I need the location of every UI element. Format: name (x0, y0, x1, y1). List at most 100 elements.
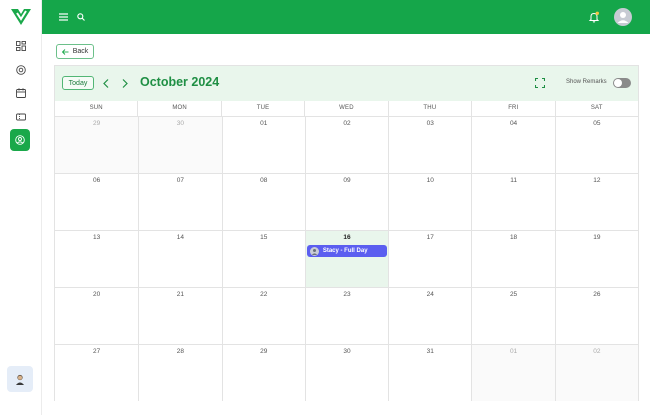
day-number: 31 (426, 348, 434, 355)
prev-month-button[interactable] (100, 76, 112, 90)
day-number: 10 (426, 177, 434, 184)
day-cell[interactable]: 30 (138, 116, 222, 173)
day-cell[interactable]: 25 (471, 287, 555, 344)
fullscreen-icon[interactable] (535, 78, 545, 88)
month-title: October 2024 (140, 75, 220, 89)
day-cell[interactable]: 04 (471, 116, 555, 173)
day-cell[interactable]: 24 (388, 287, 472, 344)
day-number: 09 (343, 177, 351, 184)
target-icon (15, 64, 26, 75)
day-cell[interactable]: 13 (55, 230, 139, 287)
day-number: 01 (509, 348, 518, 355)
day-number: 28 (176, 348, 185, 355)
sidebar-item-ticket[interactable] (11, 107, 30, 126)
day-cell[interactable]: 28 (138, 344, 222, 401)
avatar-icon (614, 8, 632, 26)
day-number: 13 (93, 234, 101, 241)
day-cell[interactable]: 17 (388, 230, 472, 287)
top-bar (42, 0, 650, 34)
day-cell[interactable]: 15 (221, 230, 305, 287)
menu-button[interactable] (58, 12, 68, 22)
day-cell[interactable]: 27 (55, 344, 139, 401)
day-number: 03 (426, 120, 434, 127)
day-number: 12 (593, 177, 601, 184)
sidebar-item-target[interactable] (11, 60, 30, 79)
day-cell[interactable]: 05 (554, 116, 638, 173)
weekday-sun: SUN (89, 105, 103, 111)
weekday-tue: TUE (220, 101, 304, 116)
day-number: 15 (260, 234, 268, 241)
day-cell[interactable]: 12 (554, 173, 638, 230)
dashboard-icon (15, 40, 26, 51)
day-number: 20 (93, 291, 101, 298)
day-number: 11 (510, 177, 517, 184)
day-cell[interactable]: 19 (554, 230, 638, 287)
sidebar-item-dashboard[interactable] (11, 36, 30, 55)
avatar-icon (16, 374, 24, 385)
day-number: 27 (93, 348, 101, 355)
month-grid: 29 30 01 02 03 04 05 06 07 08 09 10 11 12 13 14 15 16 Stac… (55, 116, 638, 401)
day-cell[interactable]: 07 (138, 173, 222, 230)
today-button[interactable]: Today (62, 76, 94, 90)
weekday-sat: SAT (554, 101, 638, 116)
day-number: 06 (93, 177, 101, 184)
user-avatar-icon (309, 246, 319, 256)
event-title: Stacy - Full Day (322, 248, 368, 254)
day-number: 05 (593, 120, 601, 127)
user-avatar[interactable] (7, 366, 33, 392)
day-cell[interactable]: 02 (304, 116, 389, 173)
weekday-header: SUN MON TUE WED THU FRI SAT (55, 101, 638, 116)
sidebar-item-calendar[interactable] (11, 83, 30, 102)
day-cell[interactable]: 06 (55, 173, 139, 230)
day-number: 23 (343, 291, 351, 298)
day-number: 30 (343, 348, 351, 355)
day-cell[interactable]: 03 (388, 116, 472, 173)
next-month-button[interactable] (119, 76, 131, 90)
day-cell[interactable]: 08 (221, 173, 305, 230)
profile-button[interactable] (614, 8, 632, 26)
day-cell[interactable]: 29 (221, 344, 305, 401)
weekday-wed: WED (304, 101, 387, 116)
day-cell[interactable]: 09 (304, 173, 389, 230)
back-button[interactable]: Back (56, 44, 94, 59)
day-number: 04 (509, 120, 518, 127)
day-cell[interactable]: 31 (388, 344, 472, 401)
checkmark-logo[interactable] (10, 8, 32, 26)
day-cell[interactable]: 10 (388, 173, 472, 230)
search-button[interactable] (76, 12, 86, 22)
day-cell[interactable]: 02 (554, 344, 638, 401)
day-number: 07 (176, 177, 185, 184)
calendar-event[interactable]: Stacy - Full Day (306, 245, 388, 257)
day-number: 30 (176, 120, 185, 127)
bell-icon (588, 11, 600, 23)
day-cell[interactable]: 22 (221, 287, 305, 344)
day-cell[interactable]: 01 (471, 344, 555, 401)
sidebar-item-profile[interactable] (10, 129, 30, 151)
day-cell[interactable]: 21 (138, 287, 222, 344)
ticket-icon (15, 113, 26, 120)
day-cell[interactable]: 30 (304, 344, 389, 401)
menu-icon (58, 13, 68, 21)
show-remarks-toggle[interactable] (613, 78, 631, 88)
day-number: 25 (509, 291, 518, 298)
search-icon (77, 13, 85, 21)
day-number: 17 (426, 234, 434, 241)
day-cell[interactable]: 14 (138, 230, 222, 287)
day-number: 08 (260, 177, 268, 184)
day-cell[interactable]: 23 (304, 287, 389, 344)
chevron-left-icon (103, 78, 109, 88)
back-label: Back (72, 48, 89, 55)
day-cell[interactable]: 18 (471, 230, 555, 287)
notification-button[interactable] (587, 10, 601, 24)
day-number: 02 (343, 120, 351, 127)
day-cell[interactable]: 11 (471, 173, 555, 230)
day-cell[interactable]: 01 (221, 116, 305, 173)
day-number: 29 (260, 348, 268, 355)
day-cell[interactable]: 26 (554, 287, 638, 344)
day-cell[interactable]: 29 (55, 116, 139, 173)
show-remarks-label: Show Remarks (566, 79, 607, 85)
day-cell[interactable]: 16 Stacy - Full Day (304, 230, 389, 287)
day-cell[interactable]: 20 (55, 287, 139, 344)
sidebar (0, 0, 42, 415)
weekday-thu: THU (387, 101, 471, 116)
